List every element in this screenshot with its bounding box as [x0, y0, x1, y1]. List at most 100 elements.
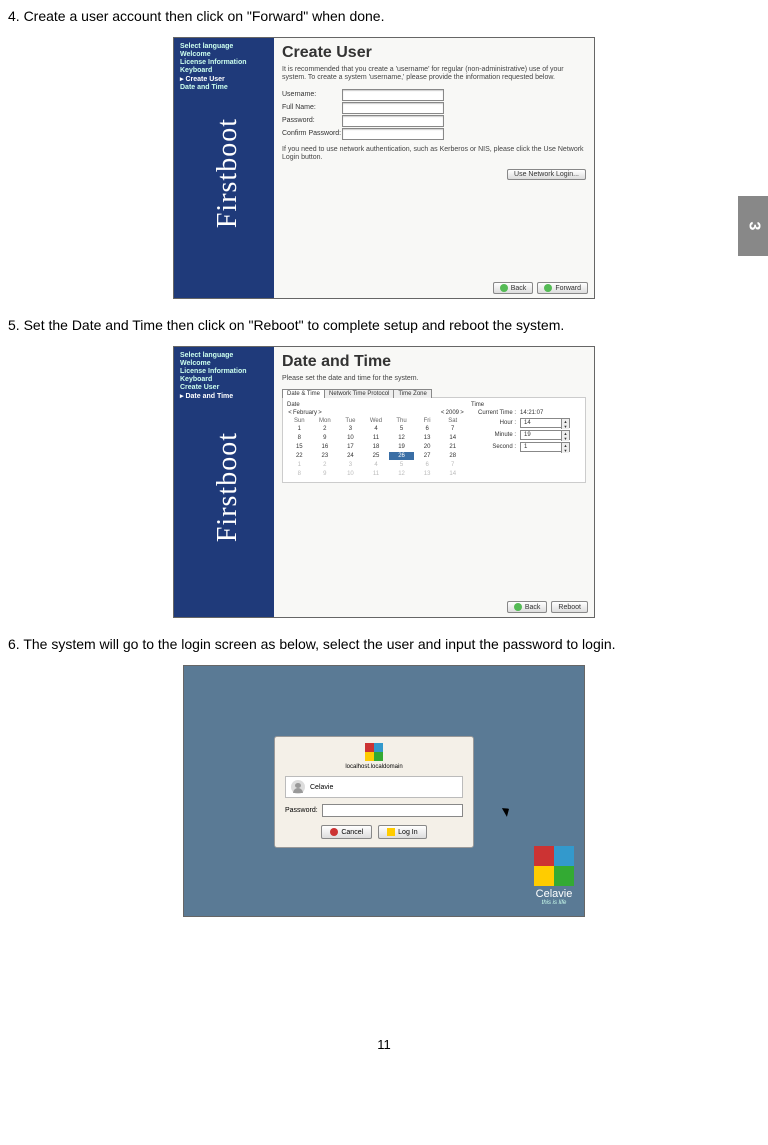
screenshot-login: localhost.localdomain Celavie Password: …: [183, 665, 585, 917]
minute-spinner[interactable]: 19▲▼: [520, 430, 570, 440]
tab-timezone[interactable]: Time Zone: [393, 389, 431, 398]
current-time-value: 14:21:07: [520, 410, 543, 416]
calendar-day[interactable]: 1: [287, 461, 312, 469]
calendar-day[interactable]: 23: [313, 452, 338, 460]
tab-ntp[interactable]: Network Time Protocol: [324, 389, 394, 398]
sidebar-item[interactable]: License Information: [180, 368, 268, 375]
calendar-day[interactable]: 25: [364, 452, 389, 460]
sidebar-item[interactable]: Date and Time: [180, 84, 268, 91]
calendar-day[interactable]: 2: [313, 425, 338, 433]
footer-buttons: Back Forward: [489, 282, 588, 294]
calendar-day[interactable]: 21: [440, 443, 465, 451]
time-section-label: Time: [471, 402, 581, 408]
calendar-day[interactable]: 14: [440, 470, 465, 478]
calendar-day[interactable]: 14: [440, 434, 465, 442]
calendar-day[interactable]: 22: [287, 452, 312, 460]
forward-button[interactable]: Forward: [537, 282, 588, 294]
confirm-row: Confirm Password:: [282, 128, 586, 140]
calendar-day[interactable]: 4: [364, 461, 389, 469]
calendar-day[interactable]: 11: [364, 434, 389, 442]
calendar-day[interactable]: 10: [338, 470, 363, 478]
sidebar-item[interactable]: Welcome: [180, 51, 268, 58]
sidebar-item[interactable]: Select language: [180, 352, 268, 359]
hour-spinner[interactable]: 14▲▼: [520, 418, 570, 428]
sidebar-item[interactable]: Create User: [180, 384, 268, 391]
sidebar-item[interactable]: ▸ Create User: [180, 75, 268, 83]
password-input[interactable]: [322, 804, 463, 817]
step4-instruction: 4. Create a user account then click on "…: [8, 6, 760, 27]
spin-down-icon[interactable]: ▼: [561, 436, 569, 441]
sidebar-item[interactable]: ▸ Date and Time: [180, 392, 268, 400]
calendar-day[interactable]: 3: [338, 461, 363, 469]
second-spinner[interactable]: 1▲▼: [520, 442, 570, 452]
fullname-input[interactable]: [342, 102, 444, 114]
calendar-day[interactable]: 5: [389, 461, 414, 469]
fullname-row: Full Name:: [282, 102, 586, 114]
firstboot-label: Firstboot: [212, 432, 244, 542]
sidebar-item[interactable]: Select language: [180, 43, 268, 50]
calendar-day[interactable]: 12: [389, 470, 414, 478]
use-network-login-button[interactable]: Use Network Login...: [507, 169, 586, 180]
calendar-day[interactable]: 9: [313, 434, 338, 442]
cancel-button[interactable]: Cancel: [321, 825, 372, 839]
calendar-day[interactable]: 16: [313, 443, 338, 451]
calendar-day[interactable]: 8: [287, 470, 312, 478]
calendar: Date < February > < 2009 > SunMo: [287, 402, 465, 478]
next-month-icon[interactable]: >: [317, 410, 323, 416]
calendar-day[interactable]: 27: [415, 452, 440, 460]
calendar-day[interactable]: 5: [389, 425, 414, 433]
calendar-day[interactable]: 1: [287, 425, 312, 433]
sidebar-item[interactable]: Keyboard: [180, 376, 268, 383]
calendar-day[interactable]: 6: [415, 461, 440, 469]
date-time-panel: Date and Time Please set the date and ti…: [274, 347, 594, 617]
password-input[interactable]: [342, 115, 444, 127]
calendar-day[interactable]: 7: [440, 461, 465, 469]
next-year-icon[interactable]: >: [459, 410, 465, 416]
calendar-day[interactable]: 2: [313, 461, 338, 469]
calendar-day[interactable]: 19: [389, 443, 414, 451]
weekday-header: Sun: [287, 418, 312, 424]
step6-instruction: 6. The system will go to the login scree…: [8, 634, 760, 655]
spin-down-icon[interactable]: ▼: [561, 448, 569, 453]
calendar-day[interactable]: 17: [338, 443, 363, 451]
sidebar-item[interactable]: Keyboard: [180, 67, 268, 74]
create-user-panel: Create User It is recommended that you c…: [274, 38, 594, 298]
step5-instruction: 5. Set the Date and Time then click on "…: [8, 315, 760, 336]
spin-down-icon[interactable]: ▼: [561, 424, 569, 429]
sidebar-item[interactable]: Welcome: [180, 360, 268, 367]
calendar-day[interactable]: 13: [415, 470, 440, 478]
panel-desc: Please set the date and time for the sys…: [282, 375, 586, 383]
brand-tagline: this is life: [534, 900, 574, 906]
date-time-body: Date < February > < 2009 > SunMo: [282, 397, 586, 483]
username-input[interactable]: [342, 89, 444, 101]
calendar-day[interactable]: 3: [338, 425, 363, 433]
back-button[interactable]: Back: [507, 601, 548, 613]
calendar-day[interactable]: 20: [415, 443, 440, 451]
page-number: 11: [8, 1037, 760, 1052]
back-button[interactable]: Back: [493, 282, 534, 294]
calendar-day[interactable]: 24: [338, 452, 363, 460]
username-row: Username:: [282, 89, 586, 101]
calendar-day[interactable]: 13: [415, 434, 440, 442]
calendar-day[interactable]: 11: [364, 470, 389, 478]
confirm-input[interactable]: [342, 128, 444, 140]
calendar-day[interactable]: 12: [389, 434, 414, 442]
weekday-header: Mon: [313, 418, 338, 424]
calendar-day[interactable]: 15: [287, 443, 312, 451]
user-list-item[interactable]: Celavie: [285, 776, 463, 798]
brand-name: Celavie: [534, 888, 574, 900]
sidebar-item[interactable]: License Information: [180, 59, 268, 66]
key-icon: [387, 828, 395, 836]
calendar-day[interactable]: 9: [313, 470, 338, 478]
calendar-day[interactable]: 8: [287, 434, 312, 442]
calendar-day[interactable]: 26: [389, 452, 414, 460]
calendar-day[interactable]: 7: [440, 425, 465, 433]
calendar-day[interactable]: 6: [415, 425, 440, 433]
calendar-day[interactable]: 18: [364, 443, 389, 451]
tab-date-time[interactable]: Date & Time: [282, 389, 325, 398]
calendar-day[interactable]: 4: [364, 425, 389, 433]
calendar-day[interactable]: 10: [338, 434, 363, 442]
reboot-button[interactable]: Reboot: [551, 601, 588, 613]
login-button[interactable]: Log In: [378, 825, 426, 839]
calendar-day[interactable]: 28: [440, 452, 465, 460]
